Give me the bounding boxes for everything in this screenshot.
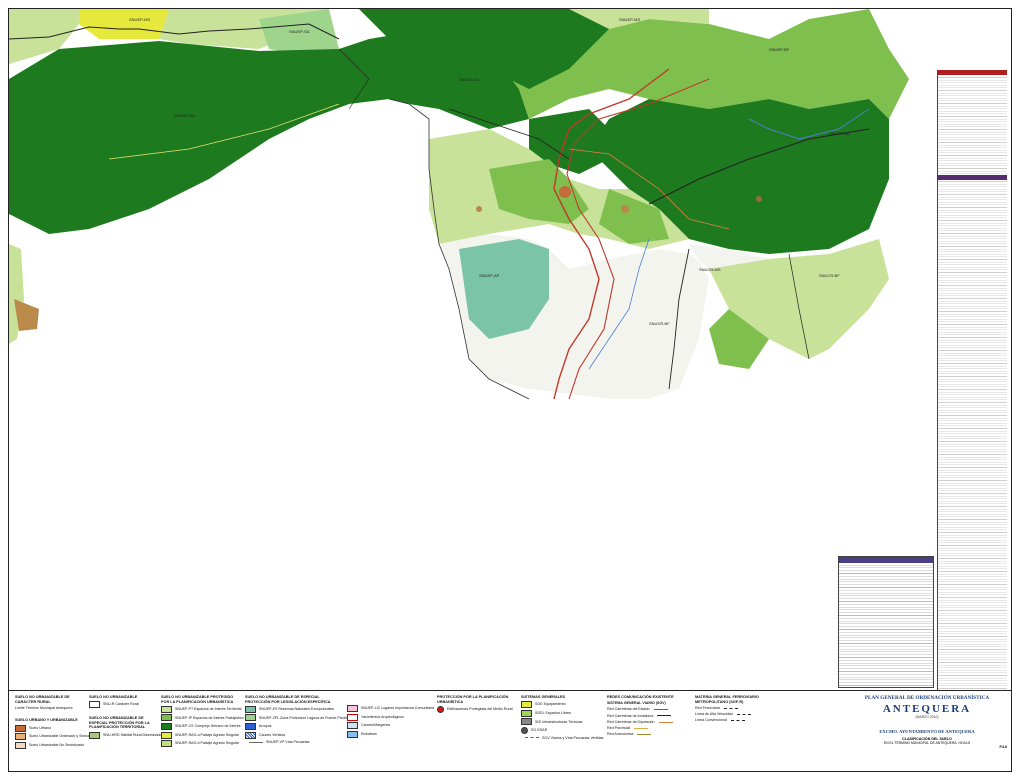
legend-col-7: SISTEMAS GENERALES SGE Equipamiento SGEL… bbox=[521, 695, 603, 741]
zone-label: SNUEP-MS bbox=[174, 113, 195, 118]
legend-heading: MATERIA GENERAL FERROVIARIO METROPOLITAN… bbox=[695, 695, 759, 704]
zone-label: SNUCR-BF bbox=[819, 273, 840, 278]
legend-item: Red Ferroviaria bbox=[695, 706, 765, 711]
legend-item: Embalses bbox=[347, 730, 433, 738]
bottom-table-header bbox=[839, 557, 933, 563]
legend-item: Red Carreteras de Andalucía bbox=[607, 714, 691, 719]
plan-code: P.3.8 bbox=[999, 745, 1007, 749]
zone-label: SNUEP-SA bbox=[829, 131, 850, 136]
title-block: PLAN GENERAL DE ORDENACIÓN URBANÍSTICA A… bbox=[847, 695, 1007, 769]
legend-item: SISTEMA GENERAL VIARIO (SGV) bbox=[607, 701, 666, 706]
legend-heading: REDES COMUNICACIÓN EXISTENTE bbox=[607, 695, 674, 699]
legend-heading: SUELO NO URBANIZABLE PROTEGIDO POR LA PL… bbox=[161, 695, 234, 704]
plan-date: (MARZO 2010) bbox=[915, 715, 939, 719]
legend-item: SNUEP-ZPL Zona Protección Laguna de Fuen… bbox=[245, 714, 348, 722]
legend-col-3: SUELO NO URBANIZABLE PROTEGIDO POR LA PL… bbox=[161, 695, 244, 748]
legend-item: Línea Convencional bbox=[695, 718, 765, 723]
zone-label: SNUEP-SA bbox=[289, 29, 310, 34]
legend-item: Arroyos bbox=[245, 722, 341, 730]
land-classification-map: SNUEP-MS SNUEP-SA SNUEP-MS SNUEP-BF SNUE… bbox=[9, 9, 937, 689]
urban-spot-2 bbox=[621, 205, 629, 213]
legend-item: SNUEP-CS Complejo Serrano de Interés bbox=[161, 722, 241, 730]
legend-item: Red Carreteras del Estado bbox=[607, 707, 691, 712]
legend-heading: SUELO URBANO Y URBANIZABLE bbox=[15, 718, 78, 723]
zone-label: SNUCR-MS bbox=[699, 267, 721, 272]
zone-label: SNUEP-AP bbox=[479, 273, 500, 278]
map-canvas[interactable]: SNUEP-MS SNUEP-SA SNUEP-MS SNUEP-BF SNUE… bbox=[9, 9, 937, 689]
side-data-table bbox=[937, 70, 1007, 690]
legend-item: Suelo Urbanizable No Sectorizado bbox=[15, 741, 84, 749]
urban-spot-4 bbox=[476, 206, 482, 212]
legend-item: SNUEP-PT Espacios de Interés Territorial bbox=[161, 705, 241, 713]
zone-label: SNUEP-MS bbox=[619, 17, 640, 22]
legend-item: SNU-R Carácter Rural bbox=[89, 701, 157, 709]
legend-item: SGE Equipamiento bbox=[521, 701, 601, 709]
legend-item: Línea de Alta Velocidad bbox=[695, 712, 765, 717]
legend-col-1: SUELO NO URBANIZABLE DE CARÁCTER RURAL L… bbox=[15, 695, 98, 749]
legend-item: Red Carreteras de Diputación bbox=[607, 720, 691, 725]
legend-item: SNUEP-RAG-a Paisaje Agrario Singular bbox=[161, 731, 241, 739]
legend-item: Cauces/Márgenes bbox=[347, 722, 433, 730]
legend-heading: SUELO NO URBANIZABLE DE ESPECIAL PROTECC… bbox=[89, 716, 150, 730]
side-table-header-2 bbox=[938, 175, 1007, 180]
urban-spot-3 bbox=[756, 196, 762, 202]
legend-item: Cauces Vertidos bbox=[245, 731, 341, 739]
legend-item: SNUEP-ES Reservas Naturales Excepcionale… bbox=[245, 705, 341, 713]
legend: SUELO NO URBANIZABLE DE CARÁCTER RURAL L… bbox=[9, 690, 1011, 771]
legend-item: Suelo Urbano bbox=[15, 724, 81, 732]
legend-item: SNUEP-RAG-b Paisaje Agrario Singular bbox=[161, 740, 241, 748]
legend-item: SNUEP-VP Vías Pecuarias bbox=[245, 740, 341, 745]
legend-item: Yacimientos Arqueológicos bbox=[347, 713, 433, 721]
legend-col-5: SNUEP-LIC Lugares Importancia Comunitari… bbox=[347, 695, 434, 738]
legend-item: SGV Viarios y Vías Pecuarias Vertidas bbox=[521, 736, 603, 741]
legend-item: SNUEP-IP Espacios de Interés Paisajístic… bbox=[161, 714, 244, 722]
legend-heading: SUELO NO URBANIZABLE bbox=[89, 695, 138, 699]
urban-spot-1 bbox=[559, 186, 571, 198]
legend-item: Red Provincial bbox=[607, 726, 691, 731]
legend-col-4: SUELO NO URBANIZABLE DE ESPECIAL PROTECC… bbox=[245, 695, 348, 745]
zone-label: SNUEP-SA bbox=[459, 77, 480, 82]
legend-col-9: MATERIA GENERAL FERROVIARIO METROPOLITAN… bbox=[695, 695, 765, 723]
legend-item: Suelo Urbanizable Ordenado y Sectorizado bbox=[15, 733, 98, 741]
legend-item: Límite Término Municipal Antequera bbox=[15, 705, 73, 710]
legend-heading: SISTEMAS GENERALES bbox=[521, 695, 566, 699]
zone-label: SNUCR-BF bbox=[649, 321, 670, 326]
legend-item: SG EDAR bbox=[521, 726, 601, 734]
legend-col-8: REDES COMUNICACIÓN EXISTENTE SISTEMA GEN… bbox=[607, 695, 691, 737]
legend-item: SNUEP-LIC Lugares Importancia Comunitari… bbox=[347, 705, 434, 712]
zone-label: SNUEP-MS bbox=[129, 17, 150, 22]
legend-item: Red Autonómica bbox=[607, 732, 691, 737]
legend-col-6: PROTECCIÓN POR LA PLANIFICACIÓN URBANÍST… bbox=[437, 695, 517, 713]
council-name: EXCMO. AYUNTAMIENTO DE ANTEQUERA bbox=[879, 729, 975, 734]
zone-label: SNUEP-BF bbox=[769, 47, 790, 52]
legend-col-2: SUELO NO URBANIZABLE SNU-R Carácter Rura… bbox=[89, 695, 162, 739]
city-name: ANTEQUERA bbox=[882, 703, 972, 715]
legend-heading: SUELO NO URBANIZABLE DE CARÁCTER RURAL bbox=[15, 695, 70, 704]
legend-item: SNU-HRD Hábitat Rural Diseminado bbox=[89, 731, 162, 739]
legend-item: Edificaciones Protegidas del Medio Rural bbox=[437, 705, 517, 713]
legend-item: SGI Infraestructuras Técnicas bbox=[521, 718, 601, 726]
legend-heading: PROTECCIÓN POR LA PLANIFICACIÓN URBANÍST… bbox=[437, 695, 509, 704]
legend-heading: SUELO NO URBANIZABLE DE ESPECIAL PROTECC… bbox=[245, 695, 331, 704]
plan-title: PLAN GENERAL DE ORDENACIÓN URBANÍSTICA bbox=[864, 695, 990, 701]
legend-item: SGEL Espacios Libres bbox=[521, 709, 601, 717]
bottom-data-table bbox=[838, 556, 934, 688]
